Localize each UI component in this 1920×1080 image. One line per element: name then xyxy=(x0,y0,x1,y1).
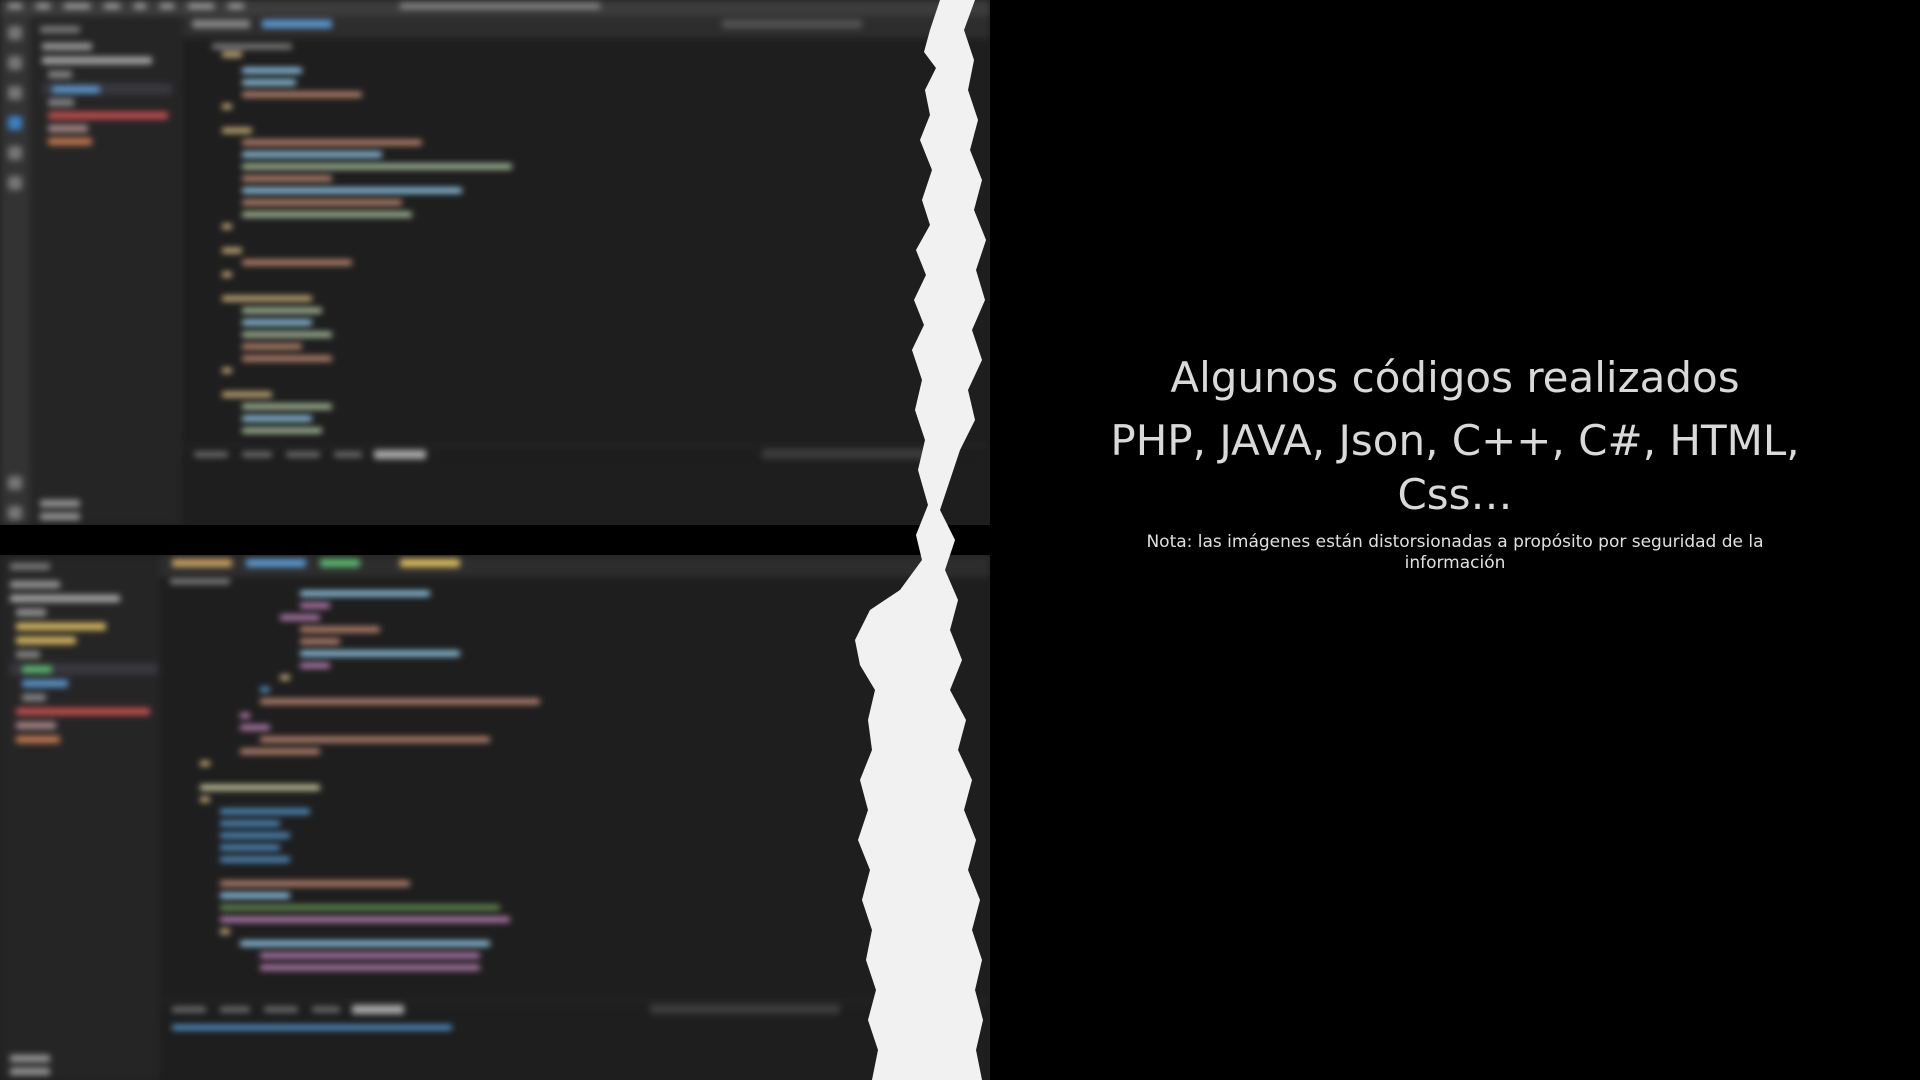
editor-titlebar xyxy=(0,0,990,16)
editor-panel-tabs xyxy=(182,445,990,462)
slide-text-block: Algunos códigos realizados PHP, JAVA, Js… xyxy=(1090,340,1820,574)
screenshot-separator xyxy=(0,525,990,555)
code-editor-2 xyxy=(160,577,990,997)
editor-screenshot-top xyxy=(0,0,990,525)
editor-menubar xyxy=(8,3,244,9)
disclaimer-note: Nota: las imágenes están distorsionadas … xyxy=(1146,532,1764,573)
editor-tabs xyxy=(182,16,990,38)
file-explorer-sidebar xyxy=(30,16,182,525)
code-editor xyxy=(182,38,990,443)
activity-bar xyxy=(0,16,30,525)
slide-title: Algunos códigos realizados xyxy=(1170,353,1740,402)
editor-panel-tabs-2 xyxy=(160,1000,990,1030)
editor-tabs-2 xyxy=(160,555,990,577)
file-explorer-sidebar-2 xyxy=(0,555,160,1080)
languages-list: PHP, JAVA, Json, C++, C#, HTML, Css… xyxy=(1110,416,1800,519)
editor-screenshot-bottom xyxy=(0,555,990,1080)
code-screenshots-area xyxy=(0,0,990,1080)
